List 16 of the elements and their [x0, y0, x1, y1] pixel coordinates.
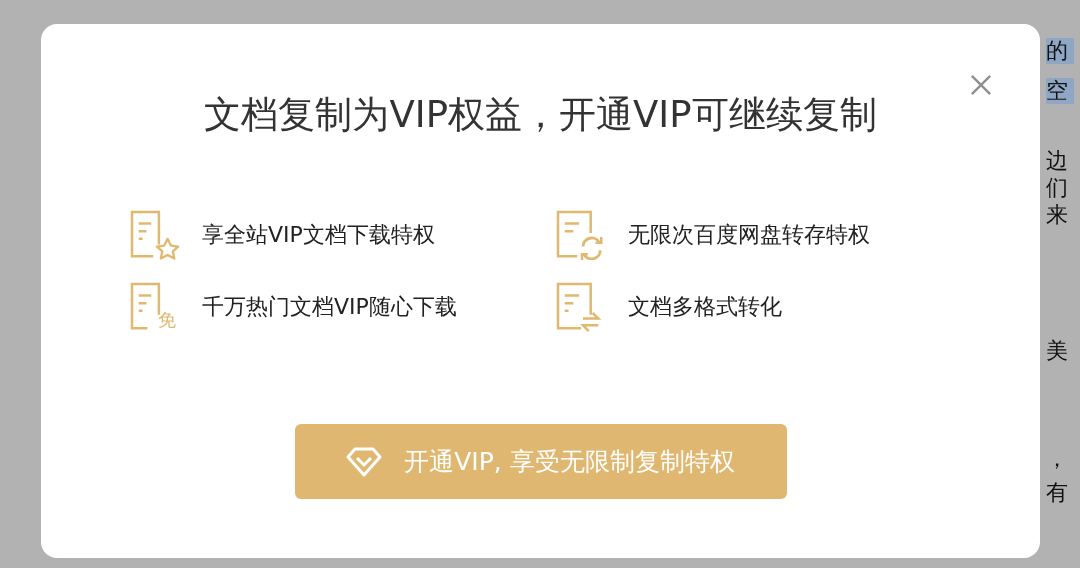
close-icon[interactable]: [970, 74, 992, 96]
document-text: 空: [1046, 78, 1074, 104]
document-text: 边: [1046, 148, 1069, 174]
document-text: 的: [1046, 38, 1074, 64]
document-text: 美: [1046, 338, 1069, 364]
feature-label: 文档多格式转化: [628, 293, 782, 321]
document-text: 们: [1046, 175, 1069, 201]
diamond-icon: [346, 445, 383, 478]
document-text: 来: [1046, 202, 1069, 228]
feature-label: 无限次百度网盘转存特权: [628, 221, 870, 249]
feature-label: 享全站VIP文档下载特权: [202, 221, 435, 249]
feature-label: 千万热门文档VIP随心下载: [202, 293, 457, 321]
document-text: ，: [1046, 446, 1069, 472]
document-text: 有: [1046, 480, 1069, 506]
dialog-title: 文档复制为VIP权益，开通VIP可继续复制: [204, 92, 877, 138]
open-vip-button[interactable]: 开通VIP, 享受无限制复制特权: [294, 424, 787, 499]
